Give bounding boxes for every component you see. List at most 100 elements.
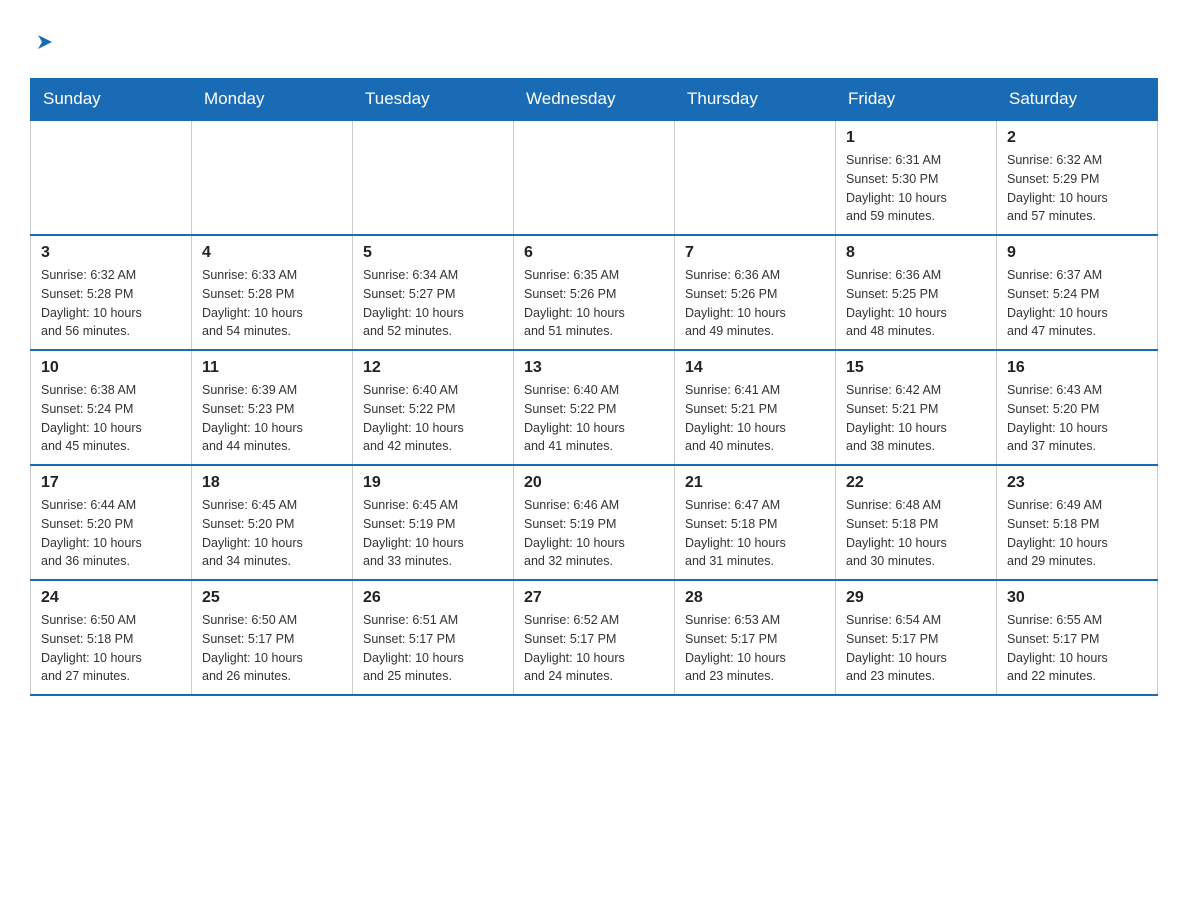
calendar-day-cell: 14Sunrise: 6:41 AM Sunset: 5:21 PM Dayli…: [675, 350, 836, 465]
day-info: Sunrise: 6:34 AM Sunset: 5:27 PM Dayligh…: [363, 266, 503, 341]
calendar-day-cell: 25 Sunrise: 6:50 AM Sunset: 5:17 PM Dayli…: [192, 580, 353, 695]
logo-arrow-icon: [34, 30, 56, 58]
calendar-day-cell: 30Sunrise: 6:55 AM Sunset: 5:17 PM Dayli…: [997, 580, 1158, 695]
calendar-day-cell: 28 Sunrise: 6:53 AM Sunset: 5:17 PM Dayli…: [675, 580, 836, 695]
calendar-week-row: 24 Sunrise: 6:50 AM Sunset: 5:18 PM Dayli…: [31, 580, 1158, 695]
day-info: Sunrise: 6:40 AM Sunset: 5:22 PM Dayligh…: [524, 381, 664, 456]
calendar-day-cell: 24 Sunrise: 6:50 AM Sunset: 5:18 PM Dayli…: [31, 580, 192, 695]
day-info: Sunrise: 6:36 AM Sunset: 5:25 PM Dayligh…: [846, 266, 986, 341]
calendar-day-cell: 5 Sunrise: 6:34 AM Sunset: 5:27 PM Daylig…: [353, 235, 514, 350]
day-number: 29: [846, 589, 986, 607]
calendar-day-cell: 6 Sunrise: 6:35 AM Sunset: 5:26 PM Daylig…: [514, 235, 675, 350]
day-info: Sunrise: 6:37 AM Sunset: 5:24 PM Dayligh…: [1007, 266, 1147, 341]
day-number: 16: [1007, 359, 1147, 377]
day-number: 6: [524, 244, 664, 262]
calendar-header-thursday: Thursday: [675, 79, 836, 121]
day-number: 22: [846, 474, 986, 492]
day-info: Sunrise: 6:33 AM Sunset: 5:28 PM Dayligh…: [202, 266, 342, 341]
calendar-table: SundayMondayTuesdayWednesdayThursdayFrid…: [30, 78, 1158, 696]
calendar-day-cell: [192, 120, 353, 235]
calendar-day-cell: 17 Sunrise: 6:44 AM Sunset: 5:20 PM Dayli…: [31, 465, 192, 580]
day-number: 20: [524, 474, 664, 492]
day-number: 8: [846, 244, 986, 262]
calendar-day-cell: 12 Sunrise: 6:40 AM Sunset: 5:22 PM Dayli…: [353, 350, 514, 465]
calendar-day-cell: 15Sunrise: 6:42 AM Sunset: 5:21 PM Dayli…: [836, 350, 997, 465]
calendar-day-cell: 1Sunrise: 6:31 AM Sunset: 5:30 PM Daylig…: [836, 120, 997, 235]
calendar-header-wednesday: Wednesday: [514, 79, 675, 121]
day-number: 13: [524, 359, 664, 377]
day-number: 28: [685, 589, 825, 607]
calendar-day-cell: 27 Sunrise: 6:52 AM Sunset: 5:17 PM Dayli…: [514, 580, 675, 695]
calendar-week-row: 17 Sunrise: 6:44 AM Sunset: 5:20 PM Dayli…: [31, 465, 1158, 580]
day-number: 19: [363, 474, 503, 492]
calendar-day-cell: 7 Sunrise: 6:36 AM Sunset: 5:26 PM Daylig…: [675, 235, 836, 350]
day-info: Sunrise: 6:36 AM Sunset: 5:26 PM Dayligh…: [685, 266, 825, 341]
calendar-day-cell: [353, 120, 514, 235]
calendar-header-row: SundayMondayTuesdayWednesdayThursdayFrid…: [31, 79, 1158, 121]
day-number: 2: [1007, 129, 1147, 147]
calendar-day-cell: 20 Sunrise: 6:46 AM Sunset: 5:19 PM Dayli…: [514, 465, 675, 580]
day-number: 7: [685, 244, 825, 262]
day-info: Sunrise: 6:35 AM Sunset: 5:26 PM Dayligh…: [524, 266, 664, 341]
calendar-day-cell: [675, 120, 836, 235]
calendar-header-monday: Monday: [192, 79, 353, 121]
day-number: 23: [1007, 474, 1147, 492]
calendar-week-row: 3 Sunrise: 6:32 AM Sunset: 5:28 PM Daylig…: [31, 235, 1158, 350]
day-info: Sunrise: 6:53 AM Sunset: 5:17 PM Dayligh…: [685, 611, 825, 686]
day-info: Sunrise: 6:39 AM Sunset: 5:23 PM Dayligh…: [202, 381, 342, 456]
day-number: 1: [846, 129, 986, 147]
calendar-day-cell: 8 Sunrise: 6:36 AM Sunset: 5:25 PM Daylig…: [836, 235, 997, 350]
day-number: 25: [202, 589, 342, 607]
day-number: 4: [202, 244, 342, 262]
day-number: 9: [1007, 244, 1147, 262]
day-info: Sunrise: 6:51 AM Sunset: 5:17 PM Dayligh…: [363, 611, 503, 686]
day-info: Sunrise: 6:32 AM Sunset: 5:29 PM Dayligh…: [1007, 151, 1147, 226]
day-number: 17: [41, 474, 181, 492]
day-number: 27: [524, 589, 664, 607]
day-info: Sunrise: 6:54 AM Sunset: 5:17 PM Dayligh…: [846, 611, 986, 686]
calendar-day-cell: 2 Sunrise: 6:32 AM Sunset: 5:29 PM Daylig…: [997, 120, 1158, 235]
calendar-day-cell: 18 Sunrise: 6:45 AM Sunset: 5:20 PM Dayli…: [192, 465, 353, 580]
logo: [30, 20, 56, 58]
calendar-day-cell: 11 Sunrise: 6:39 AM Sunset: 5:23 PM Dayli…: [192, 350, 353, 465]
calendar-day-cell: 16 Sunrise: 6:43 AM Sunset: 5:20 PM Dayli…: [997, 350, 1158, 465]
day-number: 11: [202, 359, 342, 377]
day-info: Sunrise: 6:45 AM Sunset: 5:20 PM Dayligh…: [202, 496, 342, 571]
day-number: 30: [1007, 589, 1147, 607]
day-info: Sunrise: 6:44 AM Sunset: 5:20 PM Dayligh…: [41, 496, 181, 571]
calendar-day-cell: 29 Sunrise: 6:54 AM Sunset: 5:17 PM Dayli…: [836, 580, 997, 695]
day-info: Sunrise: 6:43 AM Sunset: 5:20 PM Dayligh…: [1007, 381, 1147, 456]
calendar-day-cell: 21Sunrise: 6:47 AM Sunset: 5:18 PM Dayli…: [675, 465, 836, 580]
day-number: 12: [363, 359, 503, 377]
day-info: Sunrise: 6:42 AM Sunset: 5:21 PM Dayligh…: [846, 381, 986, 456]
day-number: 21: [685, 474, 825, 492]
day-info: Sunrise: 6:50 AM Sunset: 5:18 PM Dayligh…: [41, 611, 181, 686]
calendar-header-saturday: Saturday: [997, 79, 1158, 121]
calendar-header-tuesday: Tuesday: [353, 79, 514, 121]
calendar-week-row: 10 Sunrise: 6:38 AM Sunset: 5:24 PM Dayli…: [31, 350, 1158, 465]
day-info: Sunrise: 6:48 AM Sunset: 5:18 PM Dayligh…: [846, 496, 986, 571]
day-info: Sunrise: 6:32 AM Sunset: 5:28 PM Dayligh…: [41, 266, 181, 341]
calendar-day-cell: 26 Sunrise: 6:51 AM Sunset: 5:17 PM Dayli…: [353, 580, 514, 695]
day-number: 3: [41, 244, 181, 262]
day-number: 10: [41, 359, 181, 377]
calendar-week-row: 1Sunrise: 6:31 AM Sunset: 5:30 PM Daylig…: [31, 120, 1158, 235]
day-info: Sunrise: 6:46 AM Sunset: 5:19 PM Dayligh…: [524, 496, 664, 571]
calendar-day-cell: 4 Sunrise: 6:33 AM Sunset: 5:28 PM Daylig…: [192, 235, 353, 350]
calendar-day-cell: 22 Sunrise: 6:48 AM Sunset: 5:18 PM Dayli…: [836, 465, 997, 580]
day-number: 18: [202, 474, 342, 492]
day-info: Sunrise: 6:52 AM Sunset: 5:17 PM Dayligh…: [524, 611, 664, 686]
day-number: 26: [363, 589, 503, 607]
calendar-day-cell: 3 Sunrise: 6:32 AM Sunset: 5:28 PM Daylig…: [31, 235, 192, 350]
calendar-day-cell: 9 Sunrise: 6:37 AM Sunset: 5:24 PM Daylig…: [997, 235, 1158, 350]
calendar-day-cell: [514, 120, 675, 235]
calendar-header-friday: Friday: [836, 79, 997, 121]
day-info: Sunrise: 6:41 AM Sunset: 5:21 PM Dayligh…: [685, 381, 825, 456]
day-info: Sunrise: 6:50 AM Sunset: 5:17 PM Dayligh…: [202, 611, 342, 686]
day-number: 24: [41, 589, 181, 607]
day-info: Sunrise: 6:40 AM Sunset: 5:22 PM Dayligh…: [363, 381, 503, 456]
calendar-day-cell: [31, 120, 192, 235]
calendar-header-sunday: Sunday: [31, 79, 192, 121]
day-info: Sunrise: 6:38 AM Sunset: 5:24 PM Dayligh…: [41, 381, 181, 456]
day-number: 5: [363, 244, 503, 262]
